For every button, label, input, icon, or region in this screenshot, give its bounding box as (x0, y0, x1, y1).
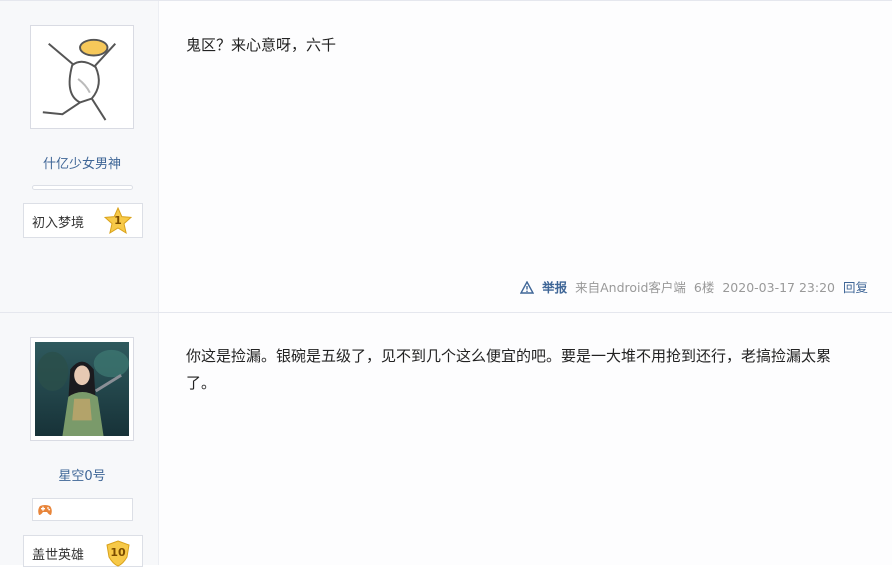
report-link[interactable]: 举报 (542, 280, 567, 295)
post-source: 来自Android客户端 (575, 280, 686, 295)
avatar[interactable] (30, 25, 134, 129)
post-datetime: 2020-03-17 23:20 (722, 280, 835, 295)
exp-bar (32, 185, 133, 190)
gamepad-icon[interactable] (37, 504, 53, 516)
level-title: 盖世英雄 (32, 548, 85, 563)
post-meta: 举报 来自Android客户端 6楼 2020-03-17 23:20 回复 (520, 277, 868, 296)
user-badges (32, 498, 133, 521)
avatar-character-image (35, 342, 129, 436)
post-7: 星空0号 盖世英雄 10 你这是捡漏。银碗是五级了，见不到几个这么便宜的吧。要是… (0, 312, 892, 567)
user-sidebar: 什亿少女男神 初入梦境 1 (0, 1, 159, 312)
level-number: 10 (110, 546, 126, 559)
level-badge[interactable]: 初入梦境 1 (23, 203, 143, 238)
username-link[interactable]: 什亿少女男神 (0, 153, 164, 172)
post-content: 鬼区？来心意呀，六千 (186, 36, 337, 54)
level-title: 初入梦境 (32, 216, 85, 231)
reply-link[interactable]: 回复 (843, 280, 868, 295)
level-number: 1 (114, 214, 122, 227)
user-sidebar: 星空0号 盖世英雄 10 (0, 313, 159, 567)
avatar-cartoon-image (35, 30, 129, 124)
star-icon: 1 (103, 206, 133, 235)
post-content: 你这是捡漏。银碗是五级了，见不到几个这么便宜的吧。要是一大堆不用抢到还行，老搞捡… (186, 347, 832, 392)
avatar[interactable] (30, 337, 134, 441)
floor-number: 6楼 (693, 280, 715, 295)
username-link[interactable]: 星空0号 (0, 465, 164, 484)
post-body: 鬼区？来心意呀，六千 举报 来自Android客户端 6楼 2020-03-17… (159, 1, 892, 312)
post-6: 什亿少女男神 初入梦境 1 鬼区？来心意呀，六千 举报 来自Android客户端… (0, 0, 892, 312)
level-badge[interactable]: 盖世英雄 10 (23, 535, 143, 567)
warning-icon[interactable] (520, 281, 535, 294)
post-body: 你这是捡漏。银碗是五级了，见不到几个这么便宜的吧。要是一大堆不用抢到还行，老搞捡… (159, 313, 892, 565)
shield-icon: 10 (104, 539, 132, 567)
